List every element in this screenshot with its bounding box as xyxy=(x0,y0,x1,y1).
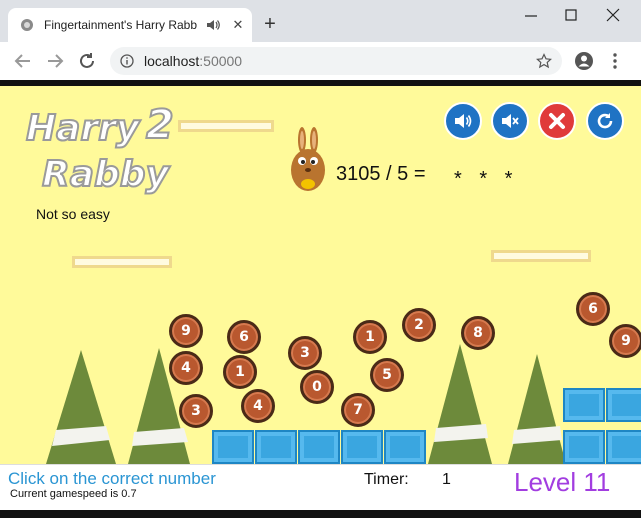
tab-close-icon[interactable]: ✕ xyxy=(230,17,246,33)
tree xyxy=(428,344,492,464)
tab-title: Fingertainment's Harry Rabb xyxy=(44,18,198,32)
platform xyxy=(178,120,274,132)
logo-number: 2 xyxy=(146,102,174,148)
number-ball[interactable]: 4 xyxy=(241,389,275,423)
tree xyxy=(508,354,566,464)
number-ball[interactable]: 3 xyxy=(288,336,322,370)
number-ball[interactable]: 9 xyxy=(169,314,203,348)
number-ball[interactable]: 7 xyxy=(341,393,375,427)
rabbit-character xyxy=(291,127,325,191)
level-indicator: Level 11 xyxy=(514,467,611,497)
bookmark-star-icon[interactable] xyxy=(536,53,552,69)
number-ball[interactable]: 6 xyxy=(576,292,610,326)
tab-strip: Fingertainment's Harry Rabb ✕ + xyxy=(0,0,641,42)
speaker-icon[interactable] xyxy=(206,18,220,32)
platform xyxy=(491,250,591,262)
minimize-icon[interactable] xyxy=(516,4,546,28)
number-ball[interactable]: 1 xyxy=(223,355,257,389)
ice-block xyxy=(563,388,605,422)
browser-toolbar: localhost:50000 xyxy=(0,42,641,80)
ice-block xyxy=(563,430,605,464)
answer-mask: * * * xyxy=(454,168,519,190)
ice-block xyxy=(212,430,254,464)
difficulty-label: Not so easy xyxy=(36,206,110,222)
tree xyxy=(46,350,116,464)
maximize-icon[interactable] xyxy=(556,4,586,28)
reload-icon[interactable] xyxy=(76,50,98,72)
window-close-icon[interactable] xyxy=(598,4,628,28)
ice-block xyxy=(298,430,340,464)
page-bottom-border xyxy=(0,510,641,518)
number-ball[interactable]: 9 xyxy=(609,324,641,358)
number-ball[interactable]: 0 xyxy=(300,370,334,404)
refresh-icon xyxy=(597,113,613,129)
favicon-icon xyxy=(21,19,33,31)
number-ball[interactable]: 6 xyxy=(227,320,261,354)
ice-block xyxy=(341,430,383,464)
account-icon[interactable] xyxy=(574,51,594,71)
close-icon xyxy=(549,113,565,129)
game-status-bar: Click on the correct number Current game… xyxy=(0,464,641,510)
url-host: localhost xyxy=(144,53,200,69)
logo-harry: Harry xyxy=(26,108,141,149)
restart-button[interactable] xyxy=(586,102,624,140)
browser-window: Fingertainment's Harry Rabb ✕ + localhos… xyxy=(0,0,641,518)
platform xyxy=(72,256,172,268)
speaker-on-icon xyxy=(455,114,472,128)
info-icon[interactable] xyxy=(120,54,134,68)
logo-rabby: Rabby xyxy=(42,154,171,195)
number-ball[interactable]: 4 xyxy=(169,351,203,385)
math-question: 3105 / 5 = xyxy=(336,163,426,185)
sound-off-button[interactable] xyxy=(491,102,529,140)
speaker-mute-icon xyxy=(502,114,519,128)
timer-label: Timer: xyxy=(364,471,409,488)
ice-block xyxy=(606,388,641,422)
address-bar[interactable]: localhost:50000 xyxy=(110,47,562,75)
new-tab-button[interactable]: + xyxy=(260,14,280,34)
menu-icon[interactable] xyxy=(608,51,622,71)
sound-on-button[interactable] xyxy=(444,102,482,140)
harry-rabby-logo: Harry 2 Rabby xyxy=(25,101,175,196)
number-ball[interactable]: 2 xyxy=(402,308,436,342)
url-text: localhost:50000 xyxy=(144,53,242,69)
instruction-text: Click on the correct number xyxy=(8,469,216,488)
ice-block xyxy=(255,430,297,464)
ice-block xyxy=(606,430,641,464)
game-canvas[interactable]: Harry 2 Rabby 3105 / 5 = * * * Not so ea… xyxy=(0,86,641,464)
forward-icon[interactable] xyxy=(44,50,66,72)
number-ball[interactable]: 1 xyxy=(353,320,387,354)
number-ball[interactable]: 5 xyxy=(370,358,404,392)
browser-tab[interactable]: Fingertainment's Harry Rabb ✕ xyxy=(8,8,252,42)
number-ball[interactable]: 8 xyxy=(461,316,495,350)
url-port: :50000 xyxy=(199,53,243,69)
timer-value: 1 xyxy=(442,471,451,488)
gamespeed-text: Current gamespeed is 0.7 xyxy=(10,488,137,500)
ice-block xyxy=(384,430,426,464)
number-ball[interactable]: 3 xyxy=(179,394,213,428)
close-game-button[interactable] xyxy=(538,102,576,140)
back-icon[interactable] xyxy=(12,50,34,72)
